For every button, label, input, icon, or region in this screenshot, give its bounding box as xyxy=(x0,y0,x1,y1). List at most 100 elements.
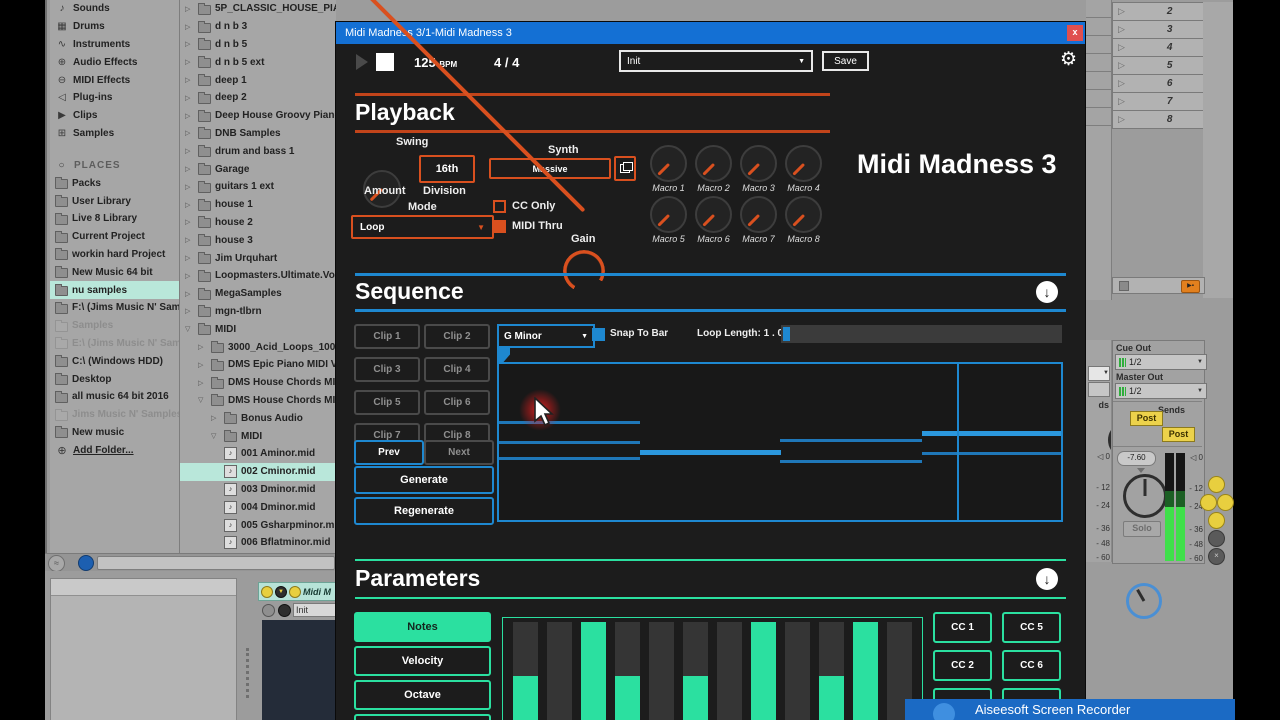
macro-knob-7[interactable] xyxy=(740,196,777,233)
solo-button[interactable]: Solo xyxy=(1123,521,1161,537)
division-selector[interactable]: 16th xyxy=(419,155,475,183)
step-bar[interactable] xyxy=(853,622,878,720)
delay-toggle-icon[interactable] xyxy=(1208,530,1225,547)
scene-row-6[interactable]: ▷ 6 xyxy=(1113,75,1204,93)
place-item-f-jims-music-n-samp[interactable]: F:\ (Jims Music N' Samp xyxy=(50,299,179,317)
expand-triangle-icon[interactable]: ▷ xyxy=(185,23,194,31)
clip-stop-slot[interactable] xyxy=(1086,108,1111,126)
globe-status-icon[interactable] xyxy=(78,555,94,571)
gear-icon[interactable]: ⚙ xyxy=(1060,48,1077,71)
plugin-title-bar[interactable]: Midi Madness 3/1-Midi Madness 3 x xyxy=(336,22,1085,44)
device-title-bar[interactable]: ▼ Midi M xyxy=(258,582,338,601)
parameter-tab-notes[interactable]: Notes xyxy=(354,612,491,642)
close-button[interactable]: x xyxy=(1067,25,1083,41)
scene-play-icon[interactable]: ▷ xyxy=(1118,60,1125,71)
expand-triangle-icon[interactable]: ▷ xyxy=(185,236,194,244)
snap-to-bar-checkbox[interactable] xyxy=(592,328,605,341)
file-item-mgn-tlbrn[interactable]: ▷ mgn-tlbrn xyxy=(180,303,336,321)
scene-scroll-gutter[interactable] xyxy=(1203,2,1233,298)
browser-category-drums[interactable]: ▦ Drums xyxy=(50,18,179,36)
macro-knob-8[interactable] xyxy=(785,196,822,233)
hidden-output-field[interactable] xyxy=(1088,382,1110,397)
place-item-new-music-64-bit[interactable]: New Music 64 bit xyxy=(50,263,179,281)
cue-volume-knob[interactable] xyxy=(1126,583,1162,619)
next-button[interactable]: Next xyxy=(424,440,494,465)
clip-button-1[interactable]: Clip 1 xyxy=(354,324,420,349)
collapse-triangle-icon[interactable]: ▽ xyxy=(211,432,220,440)
device-drag-handle[interactable] xyxy=(246,648,249,698)
device-activator-icon[interactable] xyxy=(261,585,273,598)
loop-length-handle[interactable] xyxy=(783,327,790,341)
preset-dropdown[interactable]: Init ▼ xyxy=(619,50,813,72)
master-out-dropdown[interactable]: 1/2 ▼ xyxy=(1115,383,1207,399)
scene-fire-icon[interactable]: ▶▪ xyxy=(1181,280,1200,293)
midi-note[interactable] xyxy=(499,441,640,445)
scene-row-3[interactable]: ▷ 3 xyxy=(1113,21,1204,39)
file-item-deep-1[interactable]: ▷ deep 1 xyxy=(180,71,336,89)
expand-triangle-icon[interactable]: ▷ xyxy=(198,379,207,387)
place-item-packs[interactable]: Packs xyxy=(50,174,179,192)
scene-row-5[interactable]: ▷ 5 xyxy=(1113,57,1204,75)
scene-row-4[interactable]: ▷ 4 xyxy=(1113,39,1204,57)
crossfader-toggle-icon[interactable]: × xyxy=(1208,548,1225,565)
scene-play-icon[interactable]: ▷ xyxy=(1118,96,1125,107)
step-bar[interactable] xyxy=(683,622,708,720)
expand-triangle-icon[interactable]: ▷ xyxy=(198,361,207,369)
file-item-deep-house-groovy-piano-b[interactable]: ▷ Deep House Groovy Piano B xyxy=(180,107,336,125)
file-item-bonus-audio[interactable]: ▷ Bonus Audio xyxy=(180,409,336,427)
generate-button[interactable]: Generate xyxy=(354,466,494,494)
send-b-post-button[interactable]: Post xyxy=(1162,427,1195,442)
sequence-display[interactable] xyxy=(497,362,1063,522)
macro-knob-6[interactable] xyxy=(695,196,732,233)
macro-knob-2[interactable] xyxy=(695,145,732,182)
clip-button-3[interactable]: Clip 3 xyxy=(354,357,420,382)
browser-category-audio-effects[interactable]: ⊕ Audio Effects xyxy=(50,53,179,71)
play-icon[interactable] xyxy=(356,54,368,70)
regenerate-button[interactable]: Regenerate xyxy=(354,497,494,525)
file-item-midi[interactable]: ▽ MIDI xyxy=(180,427,336,445)
expand-triangle-icon[interactable]: ▷ xyxy=(185,218,194,226)
clip-stop-slot[interactable] xyxy=(1086,54,1111,72)
expand-triangle-icon[interactable]: ▷ xyxy=(185,112,194,120)
file-item-dms-house-chords-midi[interactable]: ▷ DMS House Chords MIDI xyxy=(180,374,336,392)
file-item-deep-2[interactable]: ▷ deep 2 xyxy=(180,89,336,107)
midi-note[interactable] xyxy=(921,451,1061,455)
file-item-002-cminor-mid[interactable]: ♪ 002 Cminor.mid xyxy=(180,462,336,481)
device-play-icon[interactable] xyxy=(262,604,275,617)
file-item-dms-epic-piano-midi-vol[interactable]: ▷ DMS Epic Piano MIDI Vol xyxy=(180,356,336,374)
clip-button-2[interactable]: Clip 2 xyxy=(424,324,490,349)
sends-toggle-icon[interactable] xyxy=(1200,494,1217,511)
file-item-loopmasters-ultimate-voca[interactable]: ▷ Loopmasters.Ultimate.Voca xyxy=(180,267,336,285)
macro-knob-4[interactable] xyxy=(785,145,822,182)
place-item-workin-hard-project[interactable]: workin hard Project xyxy=(50,246,179,264)
step-bar[interactable] xyxy=(717,622,742,720)
expand-triangle-icon[interactable]: ▷ xyxy=(185,272,194,280)
scene-row-7[interactable]: ▷ 7 xyxy=(1113,93,1204,111)
midi-note[interactable] xyxy=(780,459,922,463)
expand-triangle-icon[interactable]: ▷ xyxy=(185,165,194,173)
save-button[interactable]: Save xyxy=(822,51,869,71)
scene-play-icon[interactable]: ▷ xyxy=(1118,42,1125,53)
place-item-nu-samples[interactable]: nu samples xyxy=(50,281,179,299)
browser-category-instruments[interactable]: ∿ Instruments xyxy=(50,36,179,54)
prev-button[interactable]: Prev xyxy=(354,440,424,465)
midi-note[interactable] xyxy=(780,438,922,442)
clip-button-4[interactable]: Clip 4 xyxy=(424,357,490,382)
place-item-all-music-64-bit-2016[interactable]: all music 64 bit 2016 xyxy=(50,388,179,406)
step-bar-panel[interactable] xyxy=(502,617,923,720)
loop-length-slider[interactable] xyxy=(781,325,1062,343)
file-item-3000-acid-loops-1000-[interactable]: ▷ 3000_Acid_Loops_1000_ xyxy=(180,338,336,356)
midi-note[interactable] xyxy=(499,456,640,460)
file-item-003-dminor-mid[interactable]: ♪ 003 Dminor.mid xyxy=(180,481,336,499)
midi-thru-checkbox[interactable] xyxy=(493,220,506,233)
returns-toggle-icon[interactable] xyxy=(1217,494,1234,511)
file-item-5p-classic-house-piano[interactable]: ▷ 5P_CLASSIC_HOUSE_PIANO xyxy=(180,0,336,18)
step-bar[interactable] xyxy=(547,622,572,720)
clip-stop-slot[interactable] xyxy=(1086,18,1111,36)
file-item-garage[interactable]: ▷ Garage xyxy=(180,160,336,178)
browser-category-clips[interactable]: ▶ Clips xyxy=(50,107,179,125)
step-bar[interactable] xyxy=(649,622,674,720)
file-item-004-dminor-mid[interactable]: ♪ 004 Dminor.mid xyxy=(180,498,336,516)
expand-triangle-icon[interactable]: ▷ xyxy=(185,183,194,191)
io-toggle-icon[interactable] xyxy=(1208,476,1225,493)
